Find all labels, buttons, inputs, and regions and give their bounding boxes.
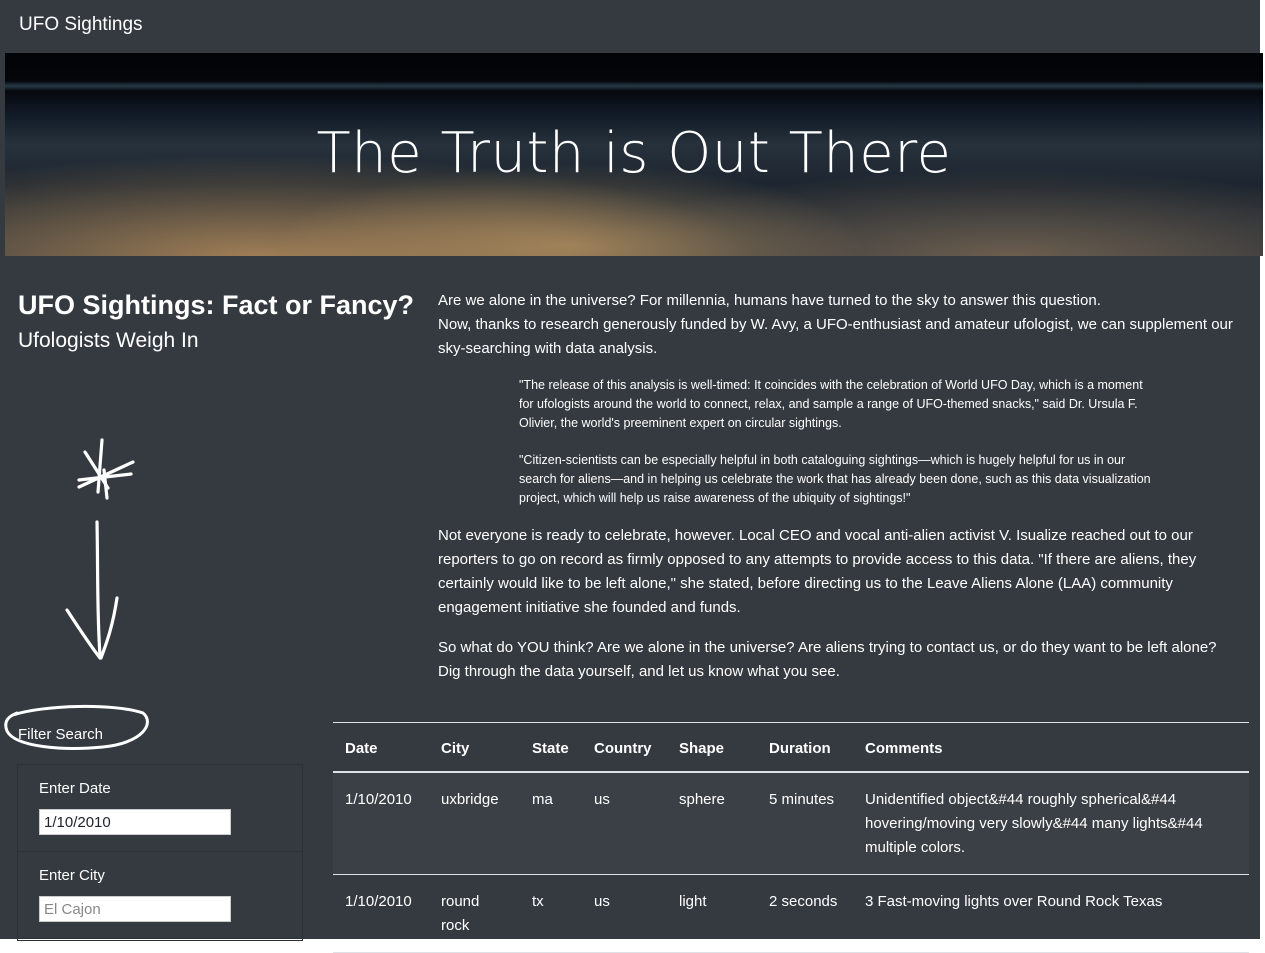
- intro-line-2: Now, thanks to research generously funde…: [438, 316, 1233, 357]
- city-label: Enter City: [39, 867, 105, 884]
- quote-1: "The release of this analysis is well-ti…: [519, 378, 1143, 430]
- header-state: State: [520, 722, 582, 773]
- cell-state: ma: [520, 772, 582, 875]
- cell-city: round rock: [429, 874, 520, 953]
- cell-state: tx: [520, 874, 582, 953]
- filter-date-item: Enter Date: [18, 765, 302, 852]
- cell-date: 1/10/2010: [333, 772, 429, 875]
- table-header-row: Date City State Country Shape Duration C…: [333, 722, 1249, 773]
- page-title: UFO Sightings: Fact or Fancy?: [18, 290, 415, 320]
- cell-duration: 5 minutes: [757, 772, 853, 875]
- intro-line-1: Are we alone in the universe? For millen…: [438, 292, 1101, 309]
- star-arrow-doodle: [65, 438, 135, 660]
- cell-city: uxbridge: [429, 772, 520, 875]
- article-para-4: So what do YOU think? Are we alone in th…: [438, 636, 1253, 684]
- header-date: Date: [333, 722, 429, 773]
- page-subtitle: Ufologists Weigh In: [18, 329, 199, 352]
- header-duration: Duration: [757, 722, 853, 773]
- cell-country: us: [582, 772, 667, 875]
- cell-shape: sphere: [667, 772, 757, 875]
- cell-duration: 2 seconds: [757, 874, 853, 953]
- header-city: City: [429, 722, 520, 773]
- para-4-question: So what do YOU think? Are we alone in th…: [438, 639, 1217, 656]
- cell-comments: Unidentified object&#44 roughly spherica…: [853, 772, 1249, 875]
- header-comments: Comments: [853, 722, 1249, 773]
- sightings-table-wrapper: Date City State Country Shape Duration C…: [333, 722, 1249, 953]
- cell-comments: 3 Fast-moving lights over Round Rock Tex…: [853, 874, 1249, 953]
- header-country: Country: [582, 722, 667, 773]
- article-para-3: Not everyone is ready to celebrate, howe…: [438, 524, 1253, 620]
- article-intro: Are we alone in the universe? For millen…: [438, 289, 1253, 361]
- filter-search-label: Filter Search: [18, 726, 104, 743]
- cell-shape: light: [667, 874, 757, 953]
- header-shape: Shape: [667, 722, 757, 773]
- date-label: Enter Date: [39, 780, 111, 797]
- hero-horizon: [5, 81, 1263, 91]
- quote-2: "Citizen-scientists can be especially he…: [519, 453, 1151, 505]
- para-4-call: Dig through the data yourself, and let u…: [438, 663, 840, 680]
- table-row: 1/10/2010 uxbridge ma us sphere 5 minute…: [333, 772, 1249, 875]
- cell-country: us: [582, 874, 667, 953]
- hero-banner: The Truth is Out There: [5, 53, 1263, 256]
- filter-city-item: Enter City: [18, 852, 302, 939]
- page: UFO Sightings The Truth is Out There UFO…: [0, 0, 1263, 953]
- sightings-table: Date City State Country Shape Duration C…: [333, 722, 1249, 953]
- date-input[interactable]: [39, 809, 231, 835]
- hero-title: The Truth is Out There: [316, 121, 952, 186]
- city-input[interactable]: [39, 896, 231, 922]
- para-3-text: Not everyone is ready to celebrate, howe…: [438, 527, 1197, 616]
- cell-date: 1/10/2010: [333, 874, 429, 953]
- filter-panel: Enter Date Enter City: [17, 764, 303, 941]
- table-row: 1/10/2010 round rock tx us light 2 secon…: [333, 874, 1249, 953]
- navbar: UFO Sightings: [0, 0, 1260, 52]
- navbar-brand[interactable]: UFO Sightings: [19, 14, 143, 36]
